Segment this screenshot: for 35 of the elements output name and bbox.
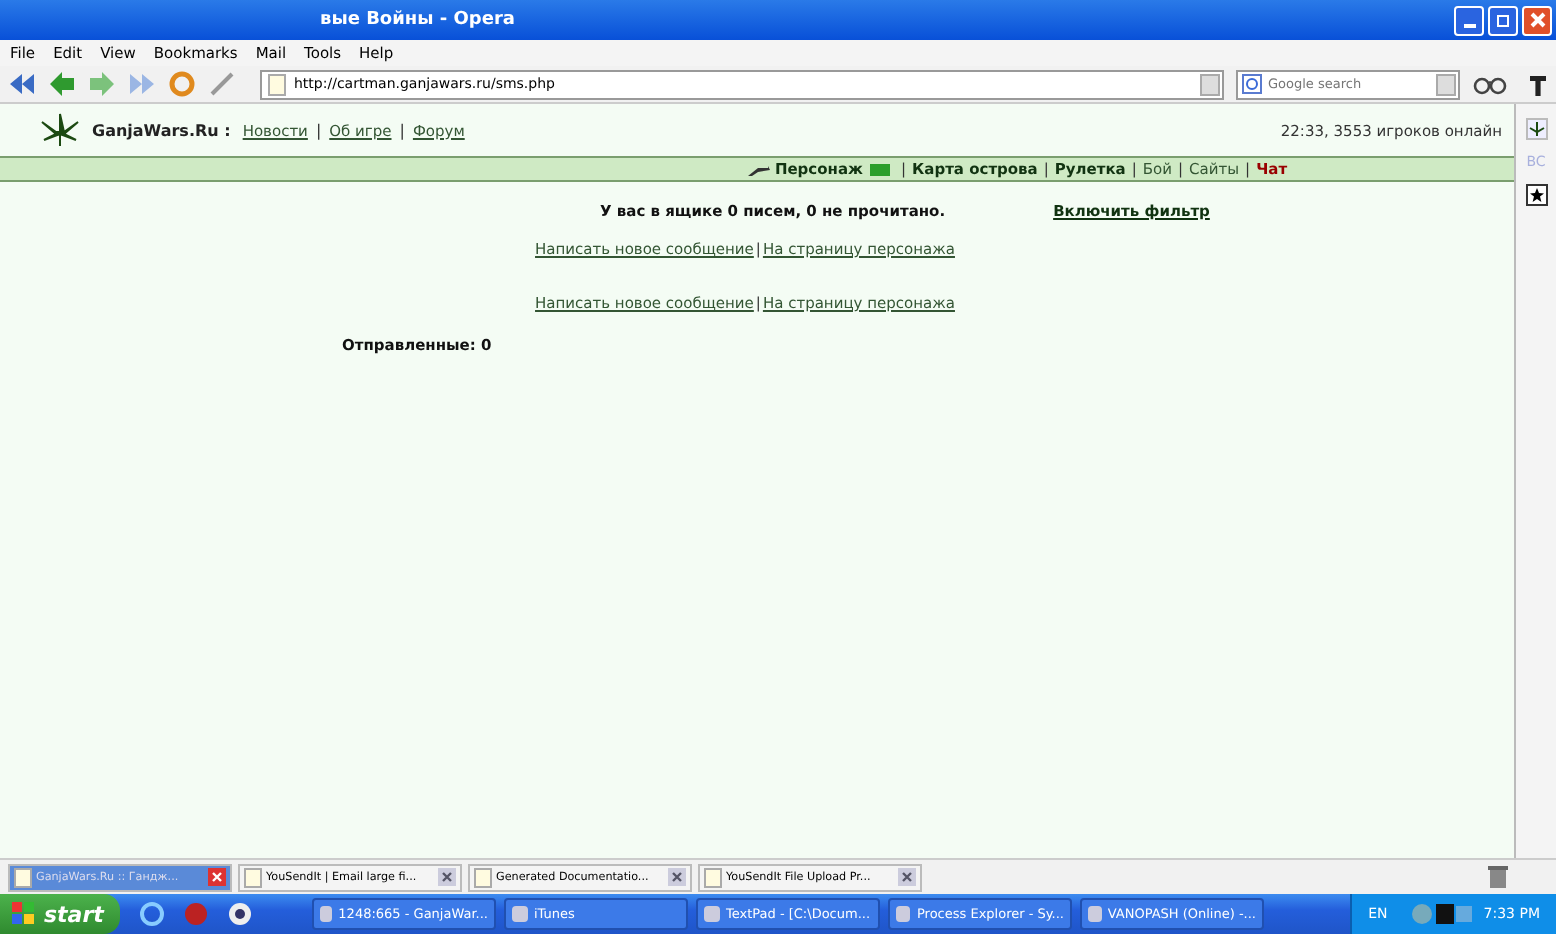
circle-icon[interactable] [228,902,252,926]
close-icon[interactable] [438,868,456,886]
app-icon [512,906,528,922]
app-icon [896,906,911,922]
page-icon [704,867,722,887]
glasses-icon[interactable] [1472,72,1508,96]
close-button[interactable] [1522,5,1552,35]
page-icon [474,867,492,887]
page-icon [244,867,262,887]
page-icon [268,73,286,95]
restore-button[interactable] [1488,5,1518,35]
browser-icon[interactable] [140,902,164,926]
google-icon [1242,74,1262,94]
windows-logo-icon [12,902,36,926]
rewind-icon[interactable] [8,70,36,98]
separator-text: | [313,121,324,139]
minimize-button[interactable] [1454,5,1484,35]
tray-icons-drawing[interactable] [1411,902,1472,926]
text-icon[interactable] [1528,73,1548,95]
window-title: вые Войны - Opera [320,10,517,30]
page-icon [14,867,32,887]
close-icon [1529,12,1545,28]
close-icon[interactable] [668,868,686,886]
trash-icon[interactable] [1488,866,1508,888]
mail-icon[interactable] [870,163,891,175]
app-icon [704,906,720,922]
back-icon[interactable] [48,70,76,98]
separator-text: | [397,121,407,139]
close-icon[interactable] [898,868,916,886]
restore-icon [1495,12,1511,28]
app-icon [1088,906,1102,922]
reload-icon[interactable] [168,70,196,98]
star-icon[interactable] [1525,184,1547,206]
app-icon [320,906,333,922]
site-logo[interactable]: GanjaWars.Ru : [92,121,231,139]
